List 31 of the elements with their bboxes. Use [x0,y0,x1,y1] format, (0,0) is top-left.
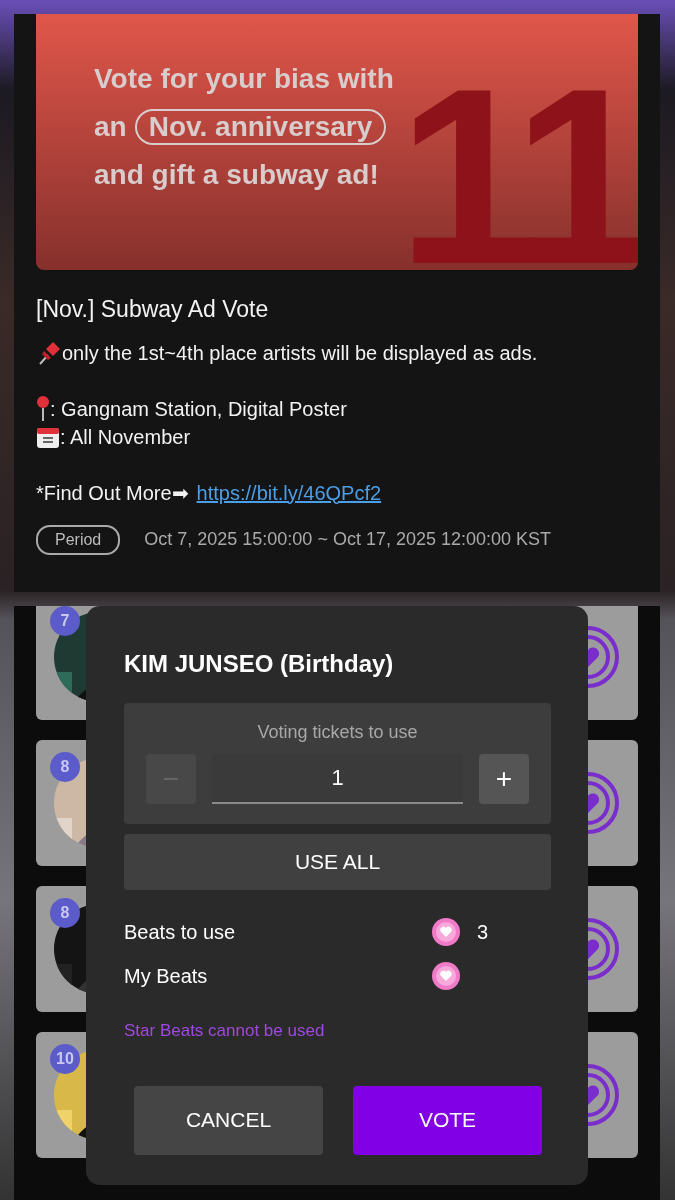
plus-button[interactable]: + [479,754,529,804]
highlight-pill: Nov. anniversary [134,109,387,145]
link[interactable]: https://bit.ly/46QPcf2 [196,478,382,507]
note-text: : Gangnam Station, Digital Poster [50,396,347,422]
vote-button[interactable]: VOTE [353,1085,542,1155]
pushpin-icon [36,339,62,366]
cancel-button[interactable]: CANCEL [134,1085,323,1155]
rank-badge: 10 [50,1044,80,1074]
banner-headline: an [94,113,127,141]
map-pin-icon [36,395,50,422]
rank-badge: 8 [50,752,80,782]
beats-label: Beats to use [124,920,237,945]
notice-text: Star Beats cannot be used [124,1021,325,1040]
note-text: : All November [60,424,191,450]
more-label: *Find Out More➡ [36,480,189,506]
rank-badge: 7 [50,606,80,636]
beats-label: My Beats [124,964,209,989]
post-title: [Nov.] Subway Ad Vote [36,295,270,324]
period-badge: Period [36,524,121,555]
heart-coin-icon [431,961,461,991]
beats-value: 3 [477,920,489,945]
banner-headline: and gift a subway ad! [94,161,380,189]
ticket-label: Voting tickets to use [257,722,418,742]
note-text: only the 1st~4th place artists will be displayed as ads. [62,340,538,366]
use-all-button[interactable]: USE ALL [124,834,551,890]
period-range: Oct 7, 2025 15:00:00 ~ Oct 17, 2025 12:00:00 KST [144,528,552,551]
rank-badge: 8 [50,898,80,928]
banner-headline: Vote for your bias with [94,65,394,93]
heart-coin-icon [431,917,461,947]
dialog-title: KIM JUNSEO (Birthday) [124,649,395,679]
big-number: 11 [397,82,638,270]
